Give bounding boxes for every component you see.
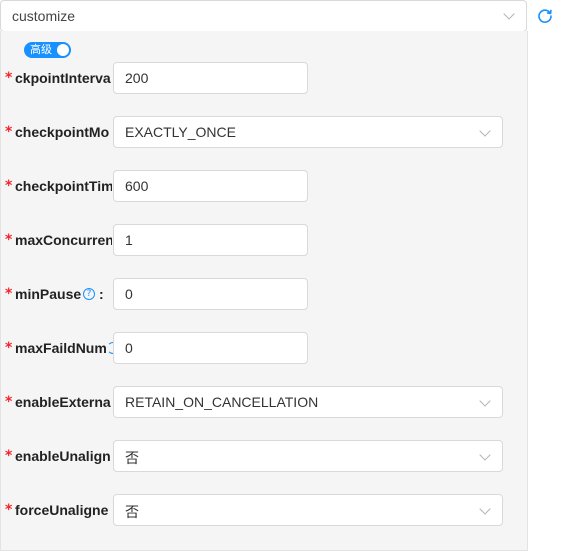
required-mark: * bbox=[5, 394, 13, 410]
required-mark: * bbox=[5, 178, 13, 194]
force-unaligned-select[interactable]: 否 bbox=[113, 494, 503, 526]
field-value: 600 bbox=[125, 178, 149, 194]
advanced-toggle-label: 高级 bbox=[30, 44, 52, 56]
field-value: 否 bbox=[125, 450, 139, 466]
required-mark: * bbox=[5, 340, 13, 356]
chevron-down-icon bbox=[479, 503, 491, 515]
field-row-enable-unaligned: * enableUnalign 否 bbox=[0, 440, 528, 472]
max-fail-num-input[interactable]: 0 bbox=[113, 332, 308, 364]
field-label: checkpointTim bbox=[15, 178, 112, 194]
field-row-force-unaligned: * forceUnaligne 否 bbox=[0, 494, 528, 526]
required-mark: * bbox=[5, 448, 13, 464]
field-row-checkpoint-interval: * ckpointInterva 200 bbox=[0, 62, 528, 94]
field-value: 0 bbox=[125, 340, 133, 356]
field-value: 0 bbox=[125, 286, 133, 302]
field-row-enable-externalized: * enableExterna RETAIN_ON_CANCELLATION bbox=[0, 386, 528, 418]
required-mark: * bbox=[5, 502, 13, 518]
field-label: minPause bbox=[15, 286, 82, 302]
chevron-down-icon bbox=[503, 8, 515, 20]
field-label: ckpointInterva bbox=[15, 70, 111, 86]
field-colon: : bbox=[99, 286, 104, 302]
chevron-down-icon bbox=[479, 449, 491, 461]
required-mark: * bbox=[5, 286, 13, 302]
field-value: 否 bbox=[125, 504, 139, 520]
field-label: forceUnaligne bbox=[15, 502, 109, 518]
checkpoint-interval-input[interactable]: 200 bbox=[113, 62, 308, 94]
field-label: enableExterna bbox=[15, 394, 111, 410]
enable-unaligned-select[interactable]: 否 bbox=[113, 440, 503, 472]
field-row-max-concurrent: * maxConcurren 1 bbox=[0, 224, 528, 256]
field-row-min-pause: * minPause ? : 0 bbox=[0, 278, 528, 310]
mode-select[interactable]: customize bbox=[0, 0, 527, 32]
required-mark: * bbox=[5, 124, 13, 140]
required-mark: * bbox=[5, 70, 13, 86]
field-value: RETAIN_ON_CANCELLATION bbox=[125, 394, 319, 410]
enable-externalized-select[interactable]: RETAIN_ON_CANCELLATION bbox=[113, 386, 503, 418]
checkpoint-timeout-input[interactable]: 600 bbox=[113, 170, 308, 202]
toggle-knob bbox=[57, 44, 69, 56]
field-value: EXACTLY_ONCE bbox=[125, 124, 236, 140]
field-value: 200 bbox=[125, 70, 149, 86]
field-label: enableUnalign bbox=[15, 448, 111, 464]
field-row-checkpoint-timeout: * checkpointTim 600 bbox=[0, 170, 528, 202]
chevron-down-icon bbox=[479, 125, 491, 137]
checkpoint-mode-select[interactable]: EXACTLY_ONCE bbox=[113, 116, 503, 148]
min-pause-input[interactable]: 0 bbox=[113, 278, 308, 310]
required-mark: * bbox=[5, 232, 13, 248]
refresh-icon[interactable] bbox=[537, 8, 553, 24]
field-row-max-fail-num: * maxFaildNum 0 bbox=[0, 332, 528, 364]
field-label: checkpointMo bbox=[15, 124, 110, 140]
field-value: 1 bbox=[125, 232, 133, 248]
advanced-toggle[interactable]: 高级 bbox=[24, 42, 71, 58]
field-row-checkpoint-mode: * checkpointMo EXACTLY_ONCE bbox=[0, 116, 528, 148]
question-circle-icon[interactable]: ? bbox=[83, 288, 95, 300]
max-concurrent-input[interactable]: 1 bbox=[113, 224, 308, 256]
mode-select-value: customize bbox=[12, 8, 76, 24]
field-label: maxConcurren bbox=[15, 232, 112, 248]
chevron-down-icon bbox=[479, 395, 491, 407]
field-label: maxFaildNum bbox=[15, 340, 107, 356]
